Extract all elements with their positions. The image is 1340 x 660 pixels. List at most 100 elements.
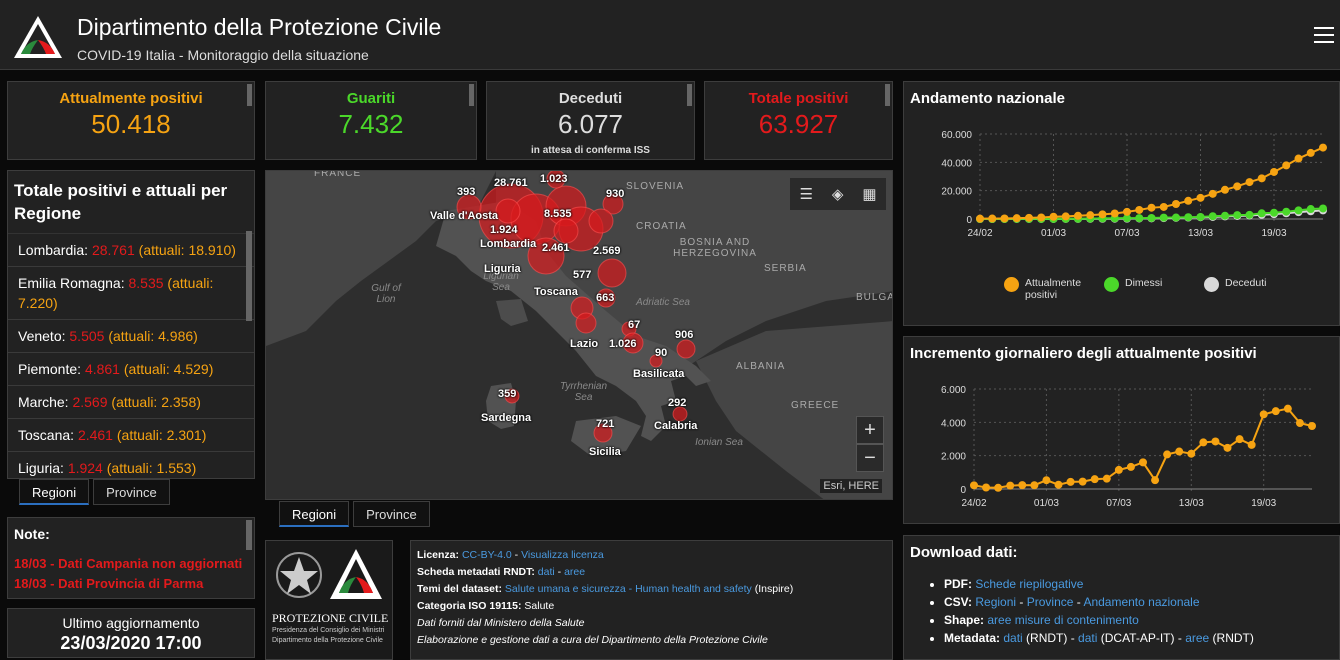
data-point[interactable]: [1221, 211, 1229, 220]
scrollbar[interactable]: [246, 231, 252, 321]
data-point[interactable]: [1245, 210, 1254, 219]
data-point[interactable]: [1184, 196, 1193, 205]
csv-andamento-link[interactable]: Andamento nazionale: [1083, 595, 1199, 609]
data-point[interactable]: [1000, 214, 1009, 223]
data-point[interactable]: [1172, 213, 1180, 222]
tab-regioni[interactable]: Regioni: [279, 501, 350, 527]
data-point[interactable]: [970, 481, 978, 490]
zoom-in-button[interactable]: +: [856, 416, 884, 444]
data-point[interactable]: [1090, 475, 1099, 484]
data-point[interactable]: [1135, 205, 1144, 214]
data-point[interactable]: [1245, 178, 1254, 187]
metadata-dati-link[interactable]: dati: [1003, 631, 1022, 645]
data-point[interactable]: [1102, 474, 1111, 483]
scrollbar[interactable]: [885, 84, 890, 106]
region-list-item[interactable]: Piemonte: 4.861 (attuali: 4.529): [8, 353, 254, 386]
data-point[interactable]: [1306, 205, 1315, 214]
data-point[interactable]: [1233, 182, 1242, 191]
shape-link[interactable]: aree misure di contenimento: [987, 613, 1138, 627]
data-point[interactable]: [1294, 154, 1303, 163]
data-point[interactable]: [1147, 213, 1156, 222]
data-point[interactable]: [1184, 213, 1193, 222]
data-point[interactable]: [1319, 204, 1327, 213]
scrollbar[interactable]: [247, 84, 252, 106]
data-point[interactable]: [1271, 407, 1280, 416]
data-point[interactable]: [1086, 211, 1095, 220]
data-point[interactable]: [1235, 435, 1244, 444]
data-point[interactable]: [1066, 477, 1075, 486]
data-point[interactable]: [1163, 450, 1172, 459]
scrollbar[interactable]: [687, 84, 692, 106]
layers-icon[interactable]: ◈: [832, 185, 844, 203]
data-point[interactable]: [1187, 449, 1196, 458]
grid-icon[interactable]: ▦: [862, 185, 876, 203]
region-list-item[interactable]: Marche: 2.569 (attuali: 2.358): [8, 386, 254, 419]
data-point[interactable]: [1139, 458, 1147, 467]
visualizza-licenza-link[interactable]: Visualizza licenza: [521, 549, 604, 561]
data-point[interactable]: [1247, 440, 1256, 449]
data-point[interactable]: [1054, 480, 1063, 489]
legend-item[interactable]: Dimessi: [1104, 277, 1190, 301]
data-point[interactable]: [1025, 213, 1033, 222]
scheda-dati-link[interactable]: dati: [538, 566, 555, 578]
data-point[interactable]: [1098, 210, 1107, 219]
map-bubble[interactable]: [672, 406, 688, 422]
data-point[interactable]: [1012, 214, 1021, 223]
map-bubble[interactable]: [495, 198, 521, 224]
data-point[interactable]: [1147, 203, 1156, 212]
tab-province[interactable]: Province: [353, 501, 430, 527]
data-point[interactable]: [1257, 174, 1266, 183]
region-list-item[interactable]: Toscana: 2.461 (attuali: 2.301): [8, 419, 254, 452]
map-bubble[interactable]: [597, 258, 627, 288]
data-point[interactable]: [1196, 212, 1205, 221]
data-point[interactable]: [1074, 211, 1082, 220]
hamburger-menu-icon[interactable]: [1314, 27, 1334, 45]
data-point[interactable]: [1257, 209, 1266, 218]
list-icon[interactable]: ☰: [799, 185, 812, 203]
data-point[interactable]: [1221, 185, 1229, 194]
data-point[interactable]: [1283, 404, 1292, 413]
data-point[interactable]: [1126, 462, 1135, 471]
region-list-item[interactable]: Liguria: 1.924 (attuali: 1.553): [8, 452, 254, 478]
data-point[interactable]: [1208, 212, 1217, 221]
data-point[interactable]: [1030, 481, 1039, 490]
data-point[interactable]: [1018, 481, 1027, 490]
data-point[interactable]: [982, 483, 991, 492]
csv-regioni-link[interactable]: Regioni: [975, 595, 1016, 609]
data-point[interactable]: [1110, 209, 1119, 218]
scrollbar[interactable]: [469, 84, 474, 106]
data-point[interactable]: [1199, 438, 1208, 447]
map-bubble[interactable]: [588, 208, 614, 234]
data-point[interactable]: [1233, 211, 1242, 220]
data-point[interactable]: [1078, 477, 1087, 486]
scheda-aree-link[interactable]: aree: [564, 566, 585, 578]
metadata-dati2-link[interactable]: dati: [1078, 631, 1097, 645]
map-bubble[interactable]: [575, 312, 597, 334]
data-point[interactable]: [976, 214, 984, 223]
data-point[interactable]: [1175, 447, 1184, 456]
data-point[interactable]: [1172, 199, 1180, 208]
legend-item[interactable]: Deceduti: [1204, 277, 1290, 301]
data-point[interactable]: [1319, 143, 1327, 152]
data-point[interactable]: [1151, 476, 1160, 485]
data-point[interactable]: [1282, 207, 1291, 216]
map-bubble[interactable]: [553, 218, 579, 244]
data-point[interactable]: [1159, 202, 1168, 211]
data-point[interactable]: [1037, 213, 1046, 222]
data-point[interactable]: [1282, 161, 1291, 170]
region-list-item[interactable]: Emilia Romagna: 8.535 (attuali: 7.220): [8, 267, 254, 320]
map-view[interactable]: FRANCE SLOVENIA CROATIA BOSNIA AND HERZE…: [265, 170, 893, 500]
data-point[interactable]: [1159, 213, 1168, 222]
regions-list[interactable]: Lombardia: 28.761 (attuali: 18.910) Emili…: [8, 234, 254, 478]
pdf-link[interactable]: Schede riepilogative: [975, 577, 1083, 591]
csv-province-link[interactable]: Province: [1027, 595, 1074, 609]
map-bubble[interactable]: [676, 339, 696, 359]
scrollbar[interactable]: [246, 520, 252, 550]
data-point[interactable]: [988, 214, 997, 223]
data-point[interactable]: [994, 483, 1003, 492]
data-point[interactable]: [1042, 476, 1051, 485]
data-point[interactable]: [1259, 410, 1268, 419]
data-point[interactable]: [1223, 443, 1232, 452]
data-point[interactable]: [1049, 212, 1058, 221]
region-list-item[interactable]: Veneto: 5.505 (attuali: 4.986): [8, 320, 254, 353]
